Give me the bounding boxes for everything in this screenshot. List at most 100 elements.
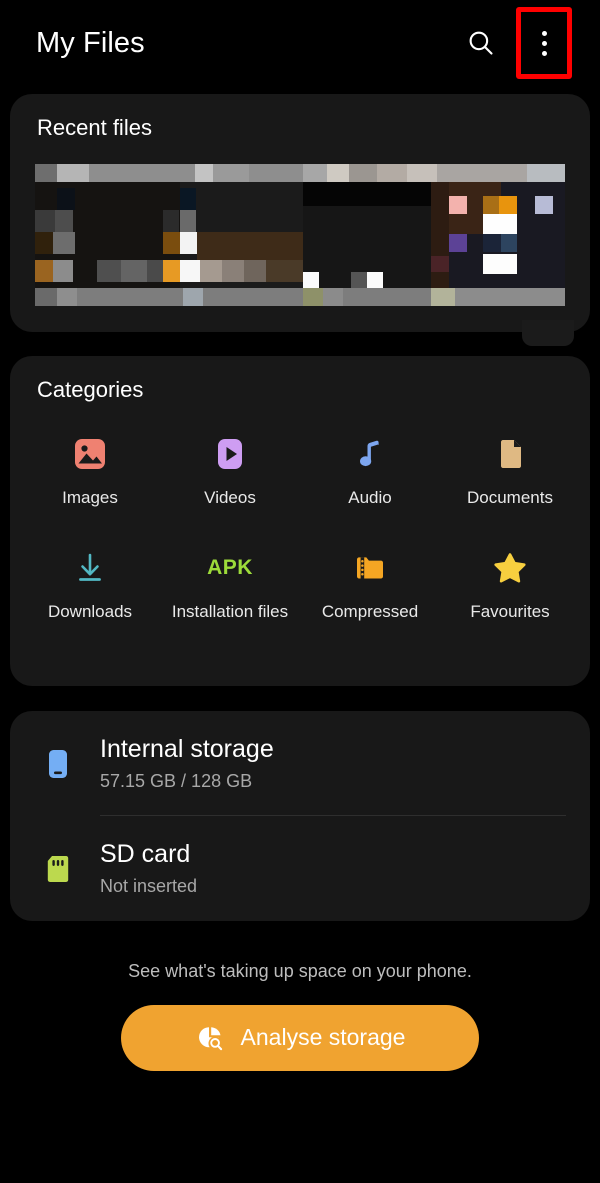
- thumbnail-block: [431, 182, 449, 288]
- thumbnail-block: [437, 164, 527, 182]
- thumbnail-block: [55, 210, 73, 232]
- thumbnail-block: [35, 164, 57, 182]
- thumbnail-block: [367, 272, 383, 288]
- storage-hint-text: See what's taking up space on your phone…: [128, 961, 472, 981]
- recent-files-tab-indicator: [522, 320, 574, 346]
- thumbnail-block: [180, 232, 197, 254]
- phone-icon: [36, 742, 80, 786]
- my-files-screen: My Files Recent files Categories Images …: [0, 0, 600, 1183]
- thumbnail-block: [303, 272, 319, 288]
- categories-card: Categories Images Videos Audio Documents…: [10, 356, 590, 686]
- thumbnail-block: [121, 260, 147, 282]
- more-options-icon: [541, 30, 547, 56]
- recent-files-title: Recent files: [37, 115, 152, 140]
- category-documents[interactable]: Documents: [440, 424, 580, 536]
- more-options-button[interactable]: [516, 7, 572, 79]
- category-label: Downloads: [47, 602, 133, 622]
- thumbnail-block: [163, 260, 180, 282]
- thumbnail-block: [57, 164, 89, 182]
- thumbnail-block: [327, 164, 349, 182]
- thumbnail-block: [266, 260, 303, 282]
- analyse-storage-label: Analyse storage: [240, 1024, 406, 1051]
- music-note-icon: [350, 434, 390, 474]
- thumbnail-block: [53, 232, 75, 254]
- categories-title: Categories: [37, 377, 144, 402]
- category-images[interactable]: Images: [20, 424, 160, 536]
- thumbnail-block: [180, 210, 196, 232]
- thumbnail-block: [349, 164, 377, 182]
- categories-grid: Images Videos Audio Documents Downloads …: [10, 402, 590, 650]
- thumbnail-block: [449, 234, 467, 252]
- download-icon: [70, 548, 110, 588]
- storage-row-sd-card[interactable]: SD card Not inserted: [10, 816, 590, 921]
- search-icon: [469, 31, 493, 55]
- page-title: My Files: [36, 26, 145, 59]
- thumbnail-block: [499, 196, 517, 214]
- apk-text: APK: [207, 556, 253, 580]
- thumbnail-block: [97, 260, 121, 282]
- analyse-storage-button[interactable]: Analyse storage: [121, 1004, 479, 1071]
- thumbnail-block: [483, 196, 499, 214]
- thumbnail-block: [200, 260, 222, 282]
- storage-text: Internal storage 57.15 GB / 128 GB: [100, 735, 274, 791]
- recent-files-card[interactable]: Recent files: [10, 94, 590, 346]
- category-label: Favourites: [470, 602, 550, 622]
- thumbnail-block: [351, 272, 367, 288]
- thumbnail-block: [35, 288, 57, 306]
- thumbnail-block: [483, 254, 517, 274]
- thumbnail-block: [53, 260, 73, 282]
- thumbnail-block: [35, 260, 53, 282]
- thumbnail-block: [501, 234, 517, 252]
- storage-detail: 57.15 GB / 128 GB: [100, 771, 253, 792]
- thumbnail-block: [180, 188, 196, 210]
- video-play-icon: [210, 434, 250, 474]
- thumbnail-block: [180, 260, 200, 282]
- image-icon: [70, 434, 110, 474]
- thumbnail-block: [455, 288, 565, 306]
- thumbnail-block: [183, 288, 203, 306]
- thumbnail-block: [57, 288, 77, 306]
- storage-name: Internal storage: [100, 735, 274, 764]
- storage-row-internal[interactable]: Internal storage 57.15 GB / 128 GB: [10, 711, 590, 816]
- category-label: Compressed: [321, 602, 419, 622]
- thumbnail-block: [303, 182, 431, 206]
- thumbnail-block: [57, 188, 75, 210]
- search-button[interactable]: [454, 16, 508, 70]
- document-icon: [490, 434, 530, 474]
- star-icon: [490, 548, 530, 588]
- thumbnail-block: [197, 232, 303, 260]
- category-label: Images: [62, 488, 118, 508]
- thumbnail-block: [377, 164, 407, 182]
- thumbnail-block: [303, 164, 327, 182]
- thumbnail-block: [449, 196, 467, 214]
- thumbnail-block: [527, 164, 565, 182]
- category-label: Documents: [467, 488, 553, 508]
- analyse-storage-icon: [195, 1023, 225, 1053]
- storage-text: SD card Not inserted: [100, 840, 197, 896]
- category-favourites[interactable]: Favourites: [440, 538, 580, 650]
- thumbnail-block: [222, 260, 244, 282]
- category-label: Audio: [348, 488, 392, 508]
- category-downloads[interactable]: Downloads: [20, 538, 160, 650]
- thumbnail-block: [163, 210, 179, 232]
- thumbnail-block: [213, 164, 249, 182]
- thumbnail-block: [431, 256, 449, 272]
- thumbnail-block: [407, 164, 437, 182]
- apk-icon: APK: [207, 548, 253, 588]
- app-bar: My Files: [0, 0, 600, 86]
- thumbnail-block: [35, 232, 53, 254]
- category-audio[interactable]: Audio: [300, 424, 440, 536]
- storage-detail: Not inserted: [100, 876, 198, 897]
- thumbnail-block: [483, 214, 517, 234]
- category-compressed[interactable]: Compressed: [300, 538, 440, 650]
- category-installation-files[interactable]: APK Installation files: [160, 538, 300, 650]
- category-videos[interactable]: Videos: [160, 424, 300, 536]
- sd-card-icon: [36, 847, 80, 891]
- storage-card: Internal storage 57.15 GB / 128 GB SD ca…: [10, 711, 590, 921]
- recent-files-thumbnails[interactable]: [35, 164, 565, 306]
- thumbnail-block: [323, 288, 343, 306]
- category-label: Videos: [204, 488, 256, 508]
- thumbnail-block: [195, 164, 213, 182]
- zip-folder-icon: [350, 548, 390, 588]
- category-label: Installation files: [171, 602, 289, 622]
